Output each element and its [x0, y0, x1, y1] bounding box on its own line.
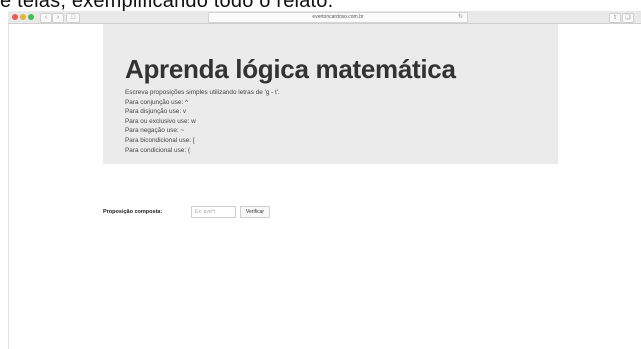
- share-icon[interactable]: ⇧: [609, 13, 621, 23]
- minimize-window-icon[interactable]: [20, 14, 26, 20]
- reload-icon[interactable]: ↻: [458, 13, 463, 22]
- proposition-label: Proposição composta:: [103, 209, 163, 215]
- instruction-line: Para negação use: ~: [125, 127, 185, 135]
- jumbotron: Aprenda lógica matemática Escreva propos…: [103, 24, 558, 164]
- browser-toolbar: ‹ › □ evertoncardoso.com.br ↻ ⇧ ❏: [8, 11, 641, 24]
- sidebar-icon[interactable]: □: [66, 13, 80, 23]
- instruction-line: Para disjunção use: v: [125, 108, 187, 116]
- instruction-line: Para bicondicional use: [: [125, 136, 195, 144]
- instruction-line: Para ou exclusivo use: w: [125, 117, 196, 125]
- chevron-right-icon[interactable]: ›: [52, 13, 64, 23]
- window-left-edge: [8, 24, 9, 349]
- address-bar[interactable]: evertoncardoso.com.br ↻: [208, 12, 468, 23]
- chevron-left-icon[interactable]: ‹: [40, 13, 52, 23]
- instructions-list: Escreva proposições simples utilizando l…: [125, 88, 280, 155]
- instruction-line: Para conjunção use: ^: [125, 98, 189, 106]
- page-title: Aprenda lógica matemática: [125, 54, 456, 84]
- tabs-icon[interactable]: ❏: [622, 13, 634, 23]
- proposition-input[interactable]: [191, 206, 236, 218]
- verify-button[interactable]: Verificar: [240, 206, 270, 218]
- zoom-window-icon[interactable]: [28, 14, 34, 20]
- close-window-icon[interactable]: [12, 14, 18, 20]
- address-url: evertoncardoso.com.br: [312, 14, 364, 20]
- instruction-line: Para condicional use: {: [125, 146, 191, 154]
- instruction-line: Escreva proposições simples utilizando l…: [125, 89, 280, 96]
